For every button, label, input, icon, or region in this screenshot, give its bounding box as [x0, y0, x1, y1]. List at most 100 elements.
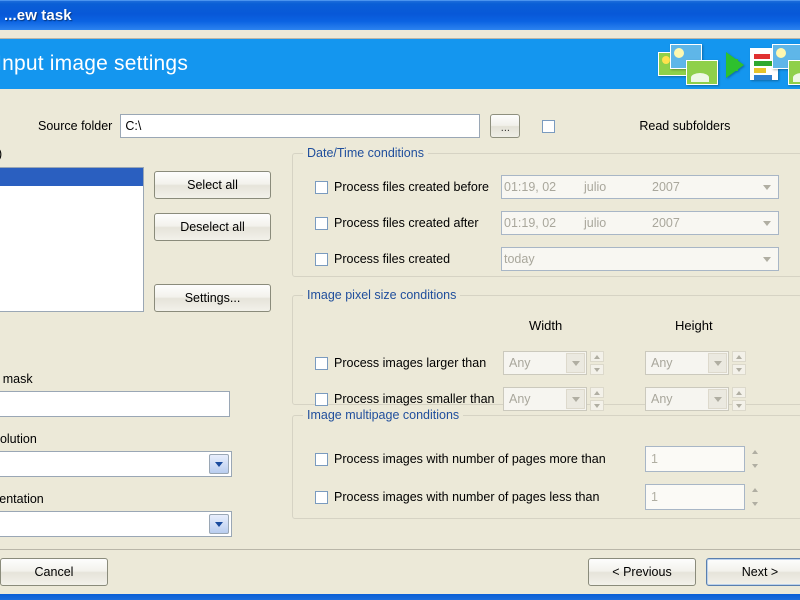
images-larger-than-checkbox[interactable] [315, 356, 328, 370]
images-larger-than-row[interactable]: Process images larger than [315, 352, 486, 374]
spin-up-icon[interactable] [748, 446, 761, 458]
smaller-width-stepper[interactable]: Any [503, 387, 604, 411]
pages-more-than-value: 1 [651, 452, 658, 466]
pixelsize-group-title: Image pixel size conditions [303, 288, 461, 302]
browse-folder-button[interactable]: ... [490, 114, 521, 138]
larger-height-stepper[interactable]: Any [645, 351, 746, 375]
spin-down-icon[interactable] [590, 400, 604, 411]
filetype-item[interactable]: TIF [0, 238, 143, 256]
spin-down-icon[interactable] [732, 400, 746, 411]
left-panel: type(s) BMPGIFJPGPNGTIFPCXTGAJP2 Select … [0, 147, 271, 537]
pages-more-than-input[interactable]: 1 [645, 446, 745, 472]
images-smaller-than-checkbox[interactable] [315, 392, 328, 406]
after-time-segment[interactable]: 01:19, 02 [502, 216, 582, 230]
pages-less-than-checkbox[interactable] [315, 490, 328, 504]
smaller-height-input[interactable]: Any [645, 387, 729, 411]
larger-height-spin-buttons[interactable] [732, 351, 746, 375]
filetype-listbox[interactable]: BMPGIFJPGPNGTIFPCXTGAJP2 [0, 167, 144, 312]
larger-height-input[interactable]: Any [645, 351, 729, 375]
wizard-header: . Input image settings [0, 39, 800, 89]
image-orientation-select[interactable]: Any [0, 511, 232, 537]
filetype-item[interactable]: JPG [0, 203, 143, 221]
pages-more-than-spin-buttons[interactable] [748, 446, 762, 472]
header-icon-group [658, 43, 800, 87]
spin-up-icon[interactable] [732, 351, 746, 362]
window-titlebar[interactable]: ...ew task [0, 0, 800, 30]
before-month-segment[interactable]: julio [582, 180, 650, 194]
pages-more-than-row[interactable]: Process images with number of pages more… [315, 448, 606, 470]
images-smaller-than-label: Process images smaller than [334, 392, 495, 406]
deselect-all-button[interactable]: Deselect all [154, 213, 271, 241]
larger-width-spin-buttons[interactable] [590, 351, 604, 375]
filetype-item[interactable]: JP2 [0, 291, 143, 309]
color-resolution-label: or resolution [0, 432, 37, 446]
process-before-label: Process files created before [334, 180, 489, 194]
chevron-down-icon[interactable] [209, 514, 229, 534]
images-smaller-than-row[interactable]: Process images smaller than [315, 388, 494, 410]
filetype-item[interactable]: TGA [0, 273, 143, 291]
spin-up-icon[interactable] [590, 387, 604, 398]
spin-up-icon[interactable] [732, 387, 746, 398]
pages-less-than-spin-buttons[interactable] [748, 484, 762, 510]
pixelsize-conditions-group: Image pixel size conditions Width Height… [292, 288, 800, 411]
smaller-width-input[interactable]: Any [503, 387, 587, 411]
process-created-checkbox[interactable] [315, 252, 328, 266]
spin-down-icon[interactable] [732, 364, 746, 375]
spin-down-icon[interactable] [748, 460, 761, 472]
process-created-select[interactable]: today [501, 247, 779, 271]
chevron-down-icon[interactable] [566, 353, 585, 373]
chevron-down-icon[interactable] [708, 389, 727, 409]
after-year-segment[interactable]: 2007 [650, 216, 682, 230]
before-year-segment[interactable]: 2007 [650, 180, 682, 194]
process-created-label: Process files created [334, 252, 451, 266]
larger-width-input[interactable]: Any [503, 351, 587, 375]
spin-up-icon[interactable] [590, 351, 604, 362]
color-resolution-select[interactable]: y [0, 451, 232, 477]
filetype-item[interactable]: GIF [0, 186, 143, 204]
smaller-height-stepper[interactable]: Any [645, 387, 746, 411]
chevron-down-icon[interactable] [757, 249, 777, 269]
filetype-item[interactable]: PNG [0, 221, 143, 239]
chevron-down-icon[interactable] [757, 177, 777, 197]
source-images-icon [658, 44, 720, 86]
chevron-down-icon[interactable] [566, 389, 585, 409]
process-before-row[interactable]: Process files created before [315, 176, 489, 198]
image-orientation-label: ge orientation [0, 492, 44, 506]
spin-down-icon[interactable] [590, 364, 604, 375]
chevron-down-icon[interactable] [708, 353, 727, 373]
read-subfolders-checkbox[interactable] [542, 119, 556, 133]
datetime-conditions-group: Date/Time conditions Process files creat… [292, 146, 800, 277]
process-after-checkbox[interactable] [315, 216, 328, 230]
process-before-datepicker[interactable]: 01:19, 02 julio 2007 [501, 175, 779, 199]
width-column-header: Width [529, 318, 563, 333]
process-after-row[interactable]: Process files created after [315, 212, 479, 234]
page-title: . Input image settings [0, 52, 189, 75]
dialog-client-area: Source folder ... Read subfolders type(s… [0, 89, 800, 549]
output-images-icon [750, 44, 800, 86]
select-all-button[interactable]: Select all [154, 171, 271, 199]
process-created-row[interactable]: Process files created [315, 248, 450, 270]
pages-less-than-row[interactable]: Process images with number of pages less… [315, 486, 599, 508]
cancel-button[interactable]: Cancel [0, 558, 108, 586]
smaller-width-spin-buttons[interactable] [590, 387, 604, 411]
filetype-settings-button[interactable]: Settings... [154, 284, 271, 312]
chevron-down-icon[interactable] [757, 213, 777, 233]
smaller-height-spin-buttons[interactable] [732, 387, 746, 411]
pages-more-than-checkbox[interactable] [315, 452, 328, 466]
before-time-segment[interactable]: 01:19, 02 [502, 180, 582, 194]
filetype-item[interactable]: PCX [0, 256, 143, 274]
spin-down-icon[interactable] [748, 498, 761, 510]
spin-up-icon[interactable] [748, 484, 761, 496]
after-month-segment[interactable]: julio [582, 216, 650, 230]
previous-button[interactable]: < Previous [588, 558, 696, 586]
next-button[interactable]: Next > [706, 558, 800, 586]
process-before-checkbox[interactable] [315, 180, 328, 194]
chevron-down-icon[interactable] [209, 454, 229, 474]
filename-mask-input[interactable] [0, 391, 230, 417]
read-subfolders-row[interactable]: Read subfolders [542, 119, 730, 133]
filetype-item[interactable]: BMP [0, 168, 143, 186]
process-after-datepicker[interactable]: 01:19, 02 julio 2007 [501, 211, 779, 235]
source-folder-input[interactable] [120, 114, 481, 138]
pages-less-than-input[interactable]: 1 [645, 484, 745, 510]
larger-width-stepper[interactable]: Any [503, 351, 604, 375]
